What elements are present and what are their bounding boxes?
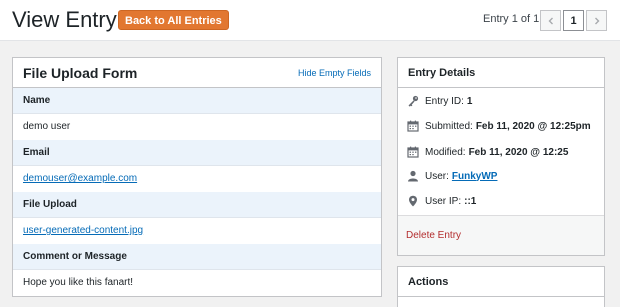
user-link[interactable]: FunkyWP [452, 171, 498, 182]
current-page-input[interactable]: 1 [563, 10, 584, 31]
user-ip-row: User IP: ::1 [406, 193, 476, 209]
location-pin-icon [406, 194, 420, 208]
calendar-icon [406, 119, 420, 133]
submitted-row: Submitted: Feb 11, 2020 @ 12:25pm [406, 118, 591, 134]
entry-id-row: Entry ID: 1 [406, 93, 472, 109]
chevron-left-icon [547, 12, 555, 30]
prev-entry-button[interactable] [540, 10, 561, 31]
details-title: Entry Details [408, 66, 476, 79]
field-label-name: Name [13, 88, 381, 114]
modified-row: Modified: Feb 11, 2020 @ 12:25 [406, 144, 568, 160]
entry-id-label: Entry ID: [425, 95, 464, 107]
field-value-email: demouser@example.com [13, 166, 381, 192]
back-to-all-entries-button[interactable]: Back to All Entries [118, 10, 229, 30]
submitted-label: Submitted: [425, 120, 473, 132]
entry-pagination: 1 [540, 10, 607, 31]
chevron-right-icon [593, 12, 601, 30]
entry-count: Entry 1 of 1 [483, 13, 540, 25]
form-title: File Upload Form [23, 64, 138, 81]
user-ip-label: User IP: [425, 195, 462, 207]
user-row: User: FunkyWP [406, 168, 497, 184]
field-label-email: Email [13, 140, 381, 166]
entry-id-value: 1 [466, 95, 473, 107]
form-entry-panel: File Upload Form Hide Empty Fields Name … [12, 57, 382, 297]
modified-label: Modified: [425, 146, 466, 158]
field-value-name: demo user [13, 114, 381, 140]
delete-entry-link[interactable]: Delete Entry [406, 230, 461, 241]
user-icon [406, 169, 420, 183]
field-label-file-upload: File Upload [13, 192, 381, 218]
entry-details-panel: Entry Details Entry ID: 1 Submitted: Feb… [397, 57, 605, 256]
actions-panel-header: Actions [398, 267, 604, 297]
actions-title: Actions [408, 275, 449, 288]
details-panel-header: Entry Details [398, 58, 604, 88]
calendar-icon [406, 145, 420, 159]
hide-empty-fields-link[interactable]: Hide Empty Fields [298, 68, 371, 78]
next-entry-button[interactable] [586, 10, 607, 31]
page-title: View Entry [12, 7, 117, 32]
user-label: User: [425, 170, 449, 182]
form-panel-header: File Upload Form Hide Empty Fields [13, 58, 381, 88]
field-value-file-upload: user-generated-content.jpg [13, 218, 381, 244]
email-link[interactable]: demouser@example.com [23, 173, 137, 184]
user-ip-value: ::1 [464, 195, 477, 207]
file-upload-link[interactable]: user-generated-content.jpg [23, 225, 143, 236]
actions-panel: Actions [397, 266, 605, 307]
details-footer: Delete Entry [398, 215, 604, 255]
modified-value: Feb 11, 2020 @ 12:25 [468, 146, 569, 158]
key-icon [406, 94, 420, 108]
submitted-value: Feb 11, 2020 @ 12:25pm [475, 120, 591, 132]
field-label-comment: Comment or Message [13, 244, 381, 270]
field-value-comment: Hope you like this fanart! [13, 270, 381, 296]
top-bar: View Entry Back to All Entries Entry 1 o… [0, 0, 620, 41]
